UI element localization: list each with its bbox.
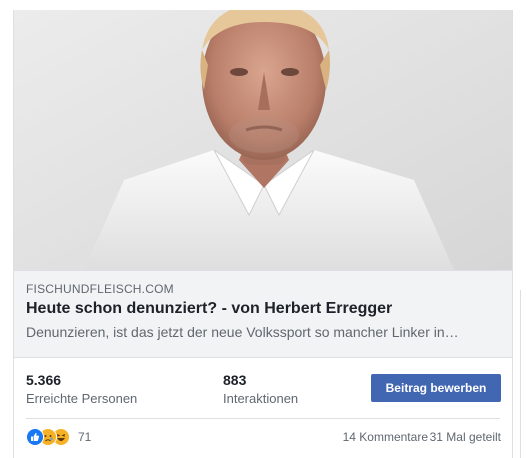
link-title[interactable]: Heute schon denunziert? - von Herbert Er… <box>26 300 392 318</box>
post-card: FISCHUNDFLEISCH.COM Heute schon denunzie… <box>13 10 513 458</box>
portrait-photo <box>14 10 512 270</box>
reaction-count[interactable]: 71 <box>78 430 91 444</box>
link-domain: FISCHUNDFLEISCH.COM <box>26 282 174 296</box>
post-footer: 71 14 Kommentare 31 Mal geteilt <box>14 426 512 448</box>
reach-value: 5.366 <box>26 372 62 388</box>
engagement-label: Interaktionen <box>223 391 299 406</box>
shares-count[interactable]: 31 Mal geteilt <box>430 430 501 444</box>
link-preview-image[interactable] <box>14 10 512 270</box>
link-description: Denunzieren, ist das jetzt der neue Volk… <box>26 324 459 340</box>
adjacent-panel-edge <box>520 290 527 458</box>
link-preview[interactable]: FISCHUNDFLEISCH.COM Heute schon denunzie… <box>14 270 512 358</box>
engagement-value: 883 <box>223 372 247 388</box>
post-insights: 5.366 Erreichte Personen 883 Interaktion… <box>14 366 512 418</box>
promote-post-button[interactable]: Beitrag bewerben <box>371 374 501 402</box>
reach-label: Erreichte Personen <box>26 391 138 406</box>
like-icon <box>26 428 44 446</box>
divider <box>26 418 500 419</box>
comments-count[interactable]: 14 Kommentare <box>343 430 428 444</box>
